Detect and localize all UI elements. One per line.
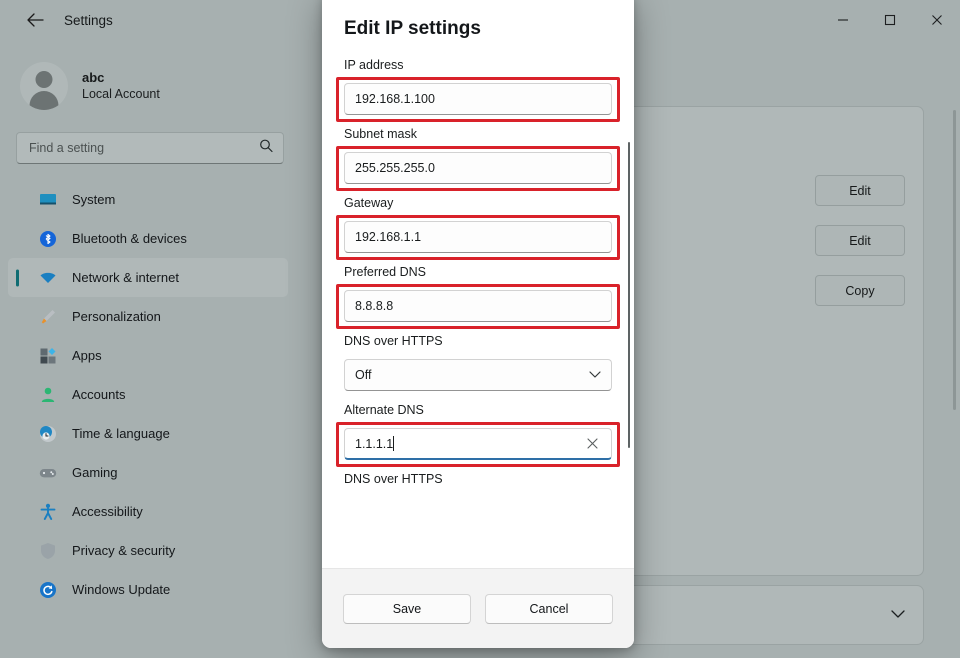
sidebar-item-label: Accessibility <box>72 504 143 519</box>
window-controls <box>819 0 960 40</box>
sidebar-item-windows-update[interactable]: Windows Update <box>8 570 288 609</box>
sidebar-item-label: Windows Update <box>72 582 170 597</box>
account-name: abc <box>82 69 160 87</box>
field-label: Gateway <box>344 196 612 210</box>
clock-icon <box>38 424 58 444</box>
field-preferred-dns: Preferred DNS 8.8.8.8 <box>344 265 612 330</box>
highlight-box-gateway: 192.168.1.1 <box>344 215 612 261</box>
sidebar-item-label: Network & internet <box>72 270 179 285</box>
dialog-scrollbar[interactable] <box>628 142 630 448</box>
doh-label-alternate: DNS over HTTPS <box>344 472 612 486</box>
apps-icon <box>38 346 58 366</box>
person-icon <box>38 385 58 405</box>
highlight-box-alternate-dns: 1.1.1.1 <box>344 422 612 468</box>
sidebar-item-label: Gaming <box>72 465 118 480</box>
accessibility-icon <box>38 502 58 522</box>
sidebar-item-bluetooth-devices[interactable]: Bluetooth & devices <box>8 219 288 258</box>
input-value: 1.1.1.1 <box>355 437 393 451</box>
sidebar-item-personalization[interactable]: Personalization <box>8 297 288 336</box>
cancel-button[interactable]: Cancel <box>485 594 613 624</box>
sidebar-item-label: Personalization <box>72 309 161 324</box>
update-icon <box>38 580 58 600</box>
highlight-box-ip-address: 192.168.1.100 <box>344 77 612 123</box>
account-block[interactable]: abc Local Account <box>20 62 300 110</box>
text-caret <box>393 436 394 451</box>
account-type: Local Account <box>82 86 160 103</box>
content-scrollbar[interactable] <box>953 110 956 410</box>
chevron-down-icon[interactable] <box>891 606 905 624</box>
dialog-footer: Save Cancel <box>322 568 634 648</box>
input-value: 192.168.1.1 <box>355 230 601 244</box>
sidebar-item-label: Time & language <box>72 426 170 441</box>
sidebar-item-accounts[interactable]: Accounts <box>8 375 288 414</box>
maximize-button[interactable] <box>866 0 913 40</box>
input-value-wrap: 1.1.1.1 <box>355 436 583 451</box>
field-label: Preferred DNS <box>344 265 612 279</box>
field-label: Subnet mask <box>344 127 612 141</box>
gateway-input[interactable]: 192.168.1.1 <box>344 221 612 253</box>
edit-button-ip-assignment[interactable]: Edit <box>815 175 905 206</box>
doh-preferred-select[interactable]: Off <box>344 359 612 391</box>
window-title: Settings <box>64 13 113 28</box>
sidebar-item-time-language[interactable]: Time & language <box>8 414 288 453</box>
monitor-icon <box>38 190 58 210</box>
dialog-title: Edit IP settings <box>344 18 612 40</box>
field-ip-address: IP address 192.168.1.100 <box>344 58 612 123</box>
sidebar-item-system[interactable]: System <box>8 180 288 219</box>
highlight-box-subnet-mask: 255.255.255.0 <box>344 146 612 192</box>
edit-button-dns-assignment[interactable]: Edit <box>815 225 905 256</box>
sidebar-item-network-internet[interactable]: Network & internet <box>8 258 288 297</box>
sidebar-item-privacy-security[interactable]: Privacy & security <box>8 531 288 570</box>
field-doh-alternate: DNS over HTTPS <box>344 472 612 486</box>
sidebar-item-accessibility[interactable]: Accessibility <box>8 492 288 531</box>
gamepad-icon <box>38 463 58 483</box>
doh-select-wrap: Off <box>344 353 612 399</box>
preferred-dns-input[interactable]: 8.8.8.8 <box>344 290 612 322</box>
brush-icon <box>38 307 58 327</box>
close-icon[interactable] <box>583 435 601 453</box>
avatar <box>20 62 68 110</box>
bluetooth-icon <box>38 229 58 249</box>
close-button[interactable] <box>913 0 960 40</box>
search-box[interactable] <box>16 132 284 164</box>
ip-address-input[interactable]: 192.168.1.100 <box>344 83 612 115</box>
field-label: IP address <box>344 58 612 72</box>
input-value: 192.168.1.100 <box>355 92 601 106</box>
sidebar-item-gaming[interactable]: Gaming <box>8 453 288 492</box>
sidebar-item-label: Apps <box>72 348 102 363</box>
sidebar-nav: System Bluetooth & devices Network & int… <box>0 180 300 609</box>
back-button[interactable] <box>20 6 50 34</box>
field-label: Alternate DNS <box>344 403 612 417</box>
input-value: 8.8.8.8 <box>355 299 601 313</box>
field-alternate-dns: Alternate DNS 1.1.1.1 <box>344 403 612 468</box>
edit-ip-settings-dialog: Edit IP settings IP address 192.168.1.10… <box>322 0 634 648</box>
sidebar-item-apps[interactable]: Apps <box>8 336 288 375</box>
shield-icon <box>38 541 58 561</box>
sidebar-item-label: Bluetooth & devices <box>72 231 187 246</box>
input-value: 255.255.255.0 <box>355 161 601 175</box>
sidebar-item-label: System <box>72 192 115 207</box>
doh-selected-value: Off <box>355 368 371 382</box>
doh-label-preferred: DNS over HTTPS <box>344 334 612 348</box>
sidebar-item-label: Privacy & security <box>72 543 175 558</box>
minimize-button[interactable] <box>819 0 866 40</box>
settings-window: Settings abc Local Account <box>0 0 960 658</box>
dialog-body: Edit IP settings IP address 192.168.1.10… <box>322 0 634 568</box>
save-button[interactable]: Save <box>343 594 471 624</box>
field-doh-preferred: DNS over HTTPS Off <box>344 334 612 399</box>
chevron-down-icon <box>589 368 601 382</box>
search-input[interactable] <box>17 141 283 155</box>
subnet-mask-input[interactable]: 255.255.255.0 <box>344 152 612 184</box>
copy-button[interactable]: Copy <box>815 275 905 306</box>
alternate-dns-input[interactable]: 1.1.1.1 <box>344 428 612 460</box>
sidebar-item-label: Accounts <box>72 387 125 402</box>
highlight-box-preferred-dns: 8.8.8.8 <box>344 284 612 330</box>
sidebar: abc Local Account System <box>0 40 300 658</box>
field-gateway: Gateway 192.168.1.1 <box>344 196 612 261</box>
wifi-icon <box>38 268 58 288</box>
field-subnet-mask: Subnet mask 255.255.255.0 <box>344 127 612 192</box>
search-icon <box>259 139 273 158</box>
